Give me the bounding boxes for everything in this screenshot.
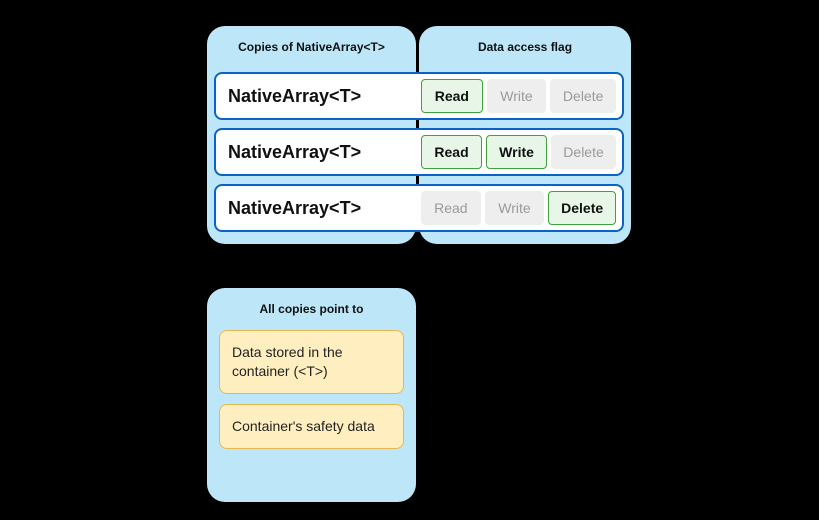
flag-write: Write <box>486 135 547 169</box>
flag-write: Write <box>485 191 545 225</box>
point-item-data: Data stored in the container (<T>) <box>219 330 404 394</box>
flag-delete: Delete <box>551 135 616 169</box>
row-label: NativeArray<T> <box>216 198 418 219</box>
panel-copies-title: Copies of NativeArray<T> <box>207 26 416 62</box>
panel-point-title: All copies point to <box>207 288 416 324</box>
flag-read: Read <box>421 135 482 169</box>
flag-delete: Delete <box>548 191 616 225</box>
point-item-safety: Container's safety data <box>219 404 404 449</box>
flag-group: Read Write Delete <box>418 186 622 230</box>
row-label: NativeArray<T> <box>216 142 418 163</box>
nativearray-row: NativeArray<T> Read Write Delete <box>214 128 624 176</box>
panel-point: All copies point to Data stored in the c… <box>207 288 416 502</box>
row-label: NativeArray<T> <box>216 86 418 107</box>
flag-group: Read Write Delete <box>418 74 622 118</box>
flag-read: Read <box>421 191 481 225</box>
flag-group: Read Write Delete <box>418 130 622 174</box>
nativearray-row: NativeArray<T> Read Write Delete <box>214 72 624 120</box>
panel-flags-title: Data access flag <box>419 26 631 62</box>
flag-write: Write <box>487 79 547 113</box>
nativearray-row: NativeArray<T> Read Write Delete <box>214 184 624 232</box>
flag-delete: Delete <box>550 79 616 113</box>
flag-read: Read <box>421 79 483 113</box>
